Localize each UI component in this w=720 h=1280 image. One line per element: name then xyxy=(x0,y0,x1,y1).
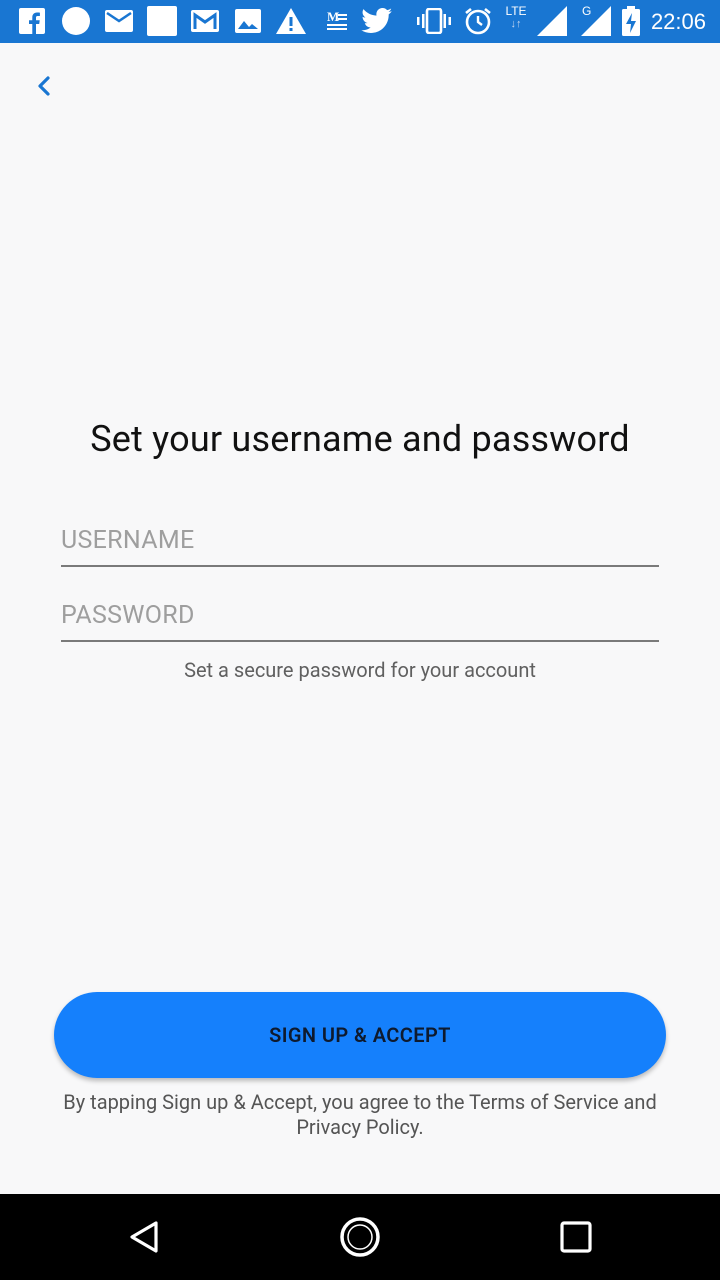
username-input[interactable] xyxy=(61,515,659,567)
svg-text:M: M xyxy=(327,9,339,24)
back-button[interactable] xyxy=(26,68,62,104)
clock-time: 22:06 xyxy=(650,9,706,34)
back-triangle-icon xyxy=(130,1221,158,1253)
gmail-icon xyxy=(190,6,220,36)
facebook-icon xyxy=(18,6,46,36)
navigation-bar xyxy=(0,1194,720,1280)
warning-icon xyxy=(274,6,308,36)
circle-icon xyxy=(60,6,92,36)
page-title: Set your username and password xyxy=(90,418,630,460)
vibrate-icon xyxy=(416,6,452,36)
home-circle-icon xyxy=(340,1217,380,1257)
recents-square-icon xyxy=(560,1221,592,1253)
chevron-left-icon xyxy=(38,76,50,96)
blank-notification-icon xyxy=(146,6,178,36)
nav-back-button[interactable] xyxy=(117,1210,171,1264)
photo-icon xyxy=(234,6,262,36)
password-input[interactable] xyxy=(61,590,659,642)
alarm-icon xyxy=(462,6,494,36)
sign-up-accept-button[interactable]: SIGN UP & ACCEPT xyxy=(54,992,666,1078)
status-bar: M LTE ↓↑ G 22:06 xyxy=(0,0,720,43)
g-signal-icon xyxy=(580,6,612,36)
email-icon xyxy=(104,6,134,36)
nav-recents-button[interactable] xyxy=(549,1210,603,1264)
lte-indicator: LTE ↓↑ xyxy=(501,5,531,31)
battery-charging-icon xyxy=(620,6,642,36)
nav-home-button[interactable] xyxy=(333,1210,387,1264)
lte-arrows: ↓↑ xyxy=(510,18,522,30)
terms-text: By tapping Sign up & Accept, you agree t… xyxy=(63,1090,657,1139)
medium-icon: M xyxy=(324,6,350,36)
lte-signal-icon xyxy=(536,6,568,36)
lte-label: LTE xyxy=(505,4,527,18)
twitter-icon xyxy=(360,6,394,36)
password-hint: Set a secure password for your account xyxy=(184,658,536,682)
